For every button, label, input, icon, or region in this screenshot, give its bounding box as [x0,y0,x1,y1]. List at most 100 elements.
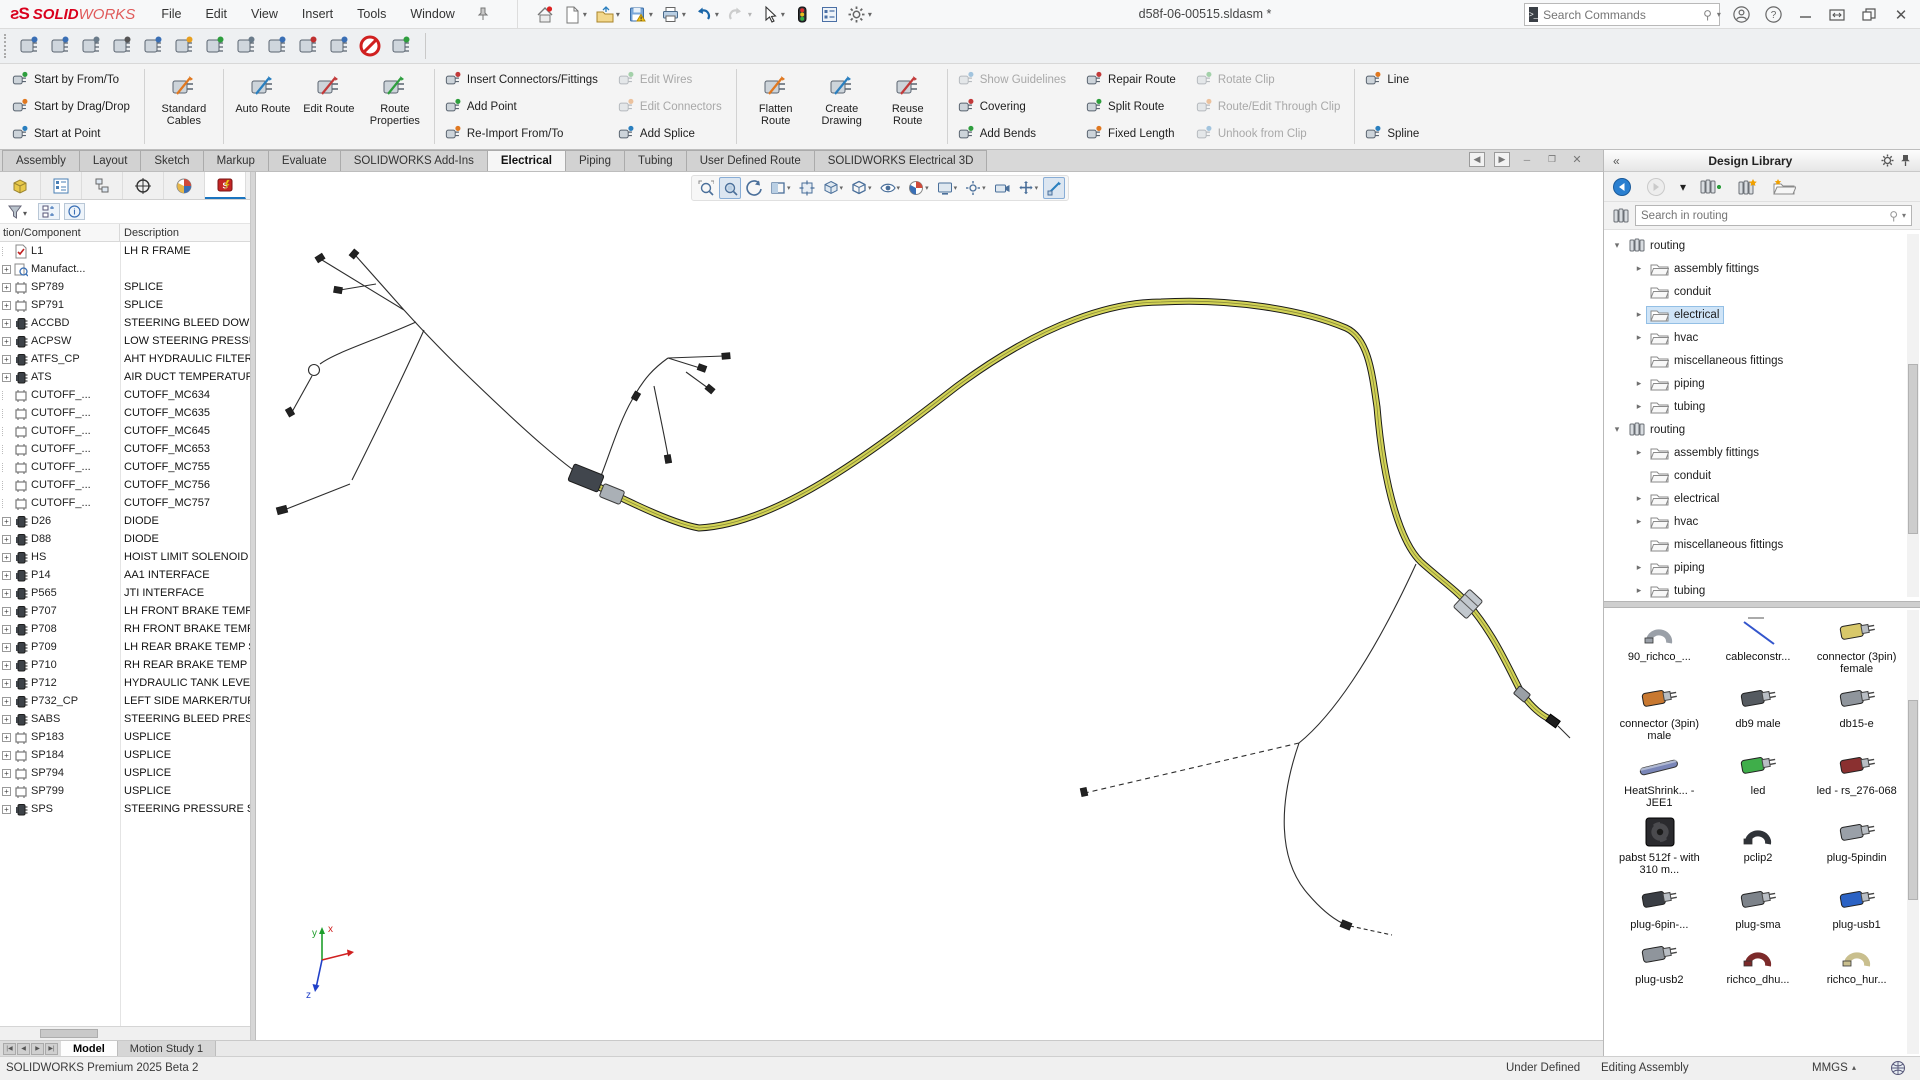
component-row-p709[interactable]: +P709LH REAR BRAKE TEMP SENS [0,638,250,656]
expand-icon[interactable]: + [2,769,11,778]
tab-dimxpertmanager[interactable] [123,172,164,199]
expand-icon[interactable]: + [2,661,11,670]
harness-icon[interactable] [294,32,322,60]
previous-pane-icon[interactable]: ◀ [1469,152,1485,167]
connector-icon[interactable] [232,32,260,60]
library-item-richco-hur[interactable]: richco_hur... [1807,937,1906,986]
library-item-heatshrink-jee1[interactable]: HeatShrink... - JEE1 [1610,748,1709,809]
expand-icon[interactable]: + [2,337,11,346]
component-row-ats[interactable]: +ATSAIR DUCT TEMPERATURE SEN [0,368,250,386]
library-search-icon[interactable]: ⚲ [1889,209,1898,223]
tree-item-electrical-3[interactable]: ▸electrical [1604,303,1920,326]
save-icon[interactable]: ▾ [625,3,656,26]
component-row-acpsw[interactable]: +ACPSWLOW STEERING PRESSURE SW [0,332,250,350]
items-scroll-thumb[interactable] [1908,700,1918,900]
doc-tab-motion-study-1[interactable]: Motion Study 1 [118,1041,216,1056]
expand-icon[interactable]: + [2,517,11,526]
expand-icon[interactable]: + [2,319,11,328]
options-icon[interactable]: ▾ [844,3,875,26]
component-row-sp183[interactable]: +SP183USPLICE [0,728,250,746]
last-tab-icon[interactable]: ▶| [45,1043,58,1055]
tree-item-piping-14[interactable]: ▸piping [1604,556,1920,579]
home-icon[interactable] [532,3,557,26]
pin-menus-icon[interactable] [477,7,489,21]
back-icon[interactable] [1612,177,1632,197]
line-button[interactable]: Line [1363,67,1425,92]
tree-chevron-icon[interactable]: ▸ [1632,516,1646,527]
tree-chevron-icon[interactable]: ▸ [1632,562,1646,573]
first-tab-icon[interactable]: |◀ [3,1043,16,1055]
tree-chevron-icon[interactable]: ▾ [1610,240,1624,251]
component-row-cutoff[interactable]: CUTOFF_...CUTOFF_MC645 [0,422,250,440]
component-row-d88[interactable]: +D88DIODE [0,530,250,548]
doc-minimize-icon[interactable]: ─ [1519,152,1535,167]
batch-route-icon[interactable] [15,32,43,60]
component-row-p710[interactable]: +P710RH REAR BRAKE TEMP SENS [0,656,250,674]
expand-icon[interactable]: + [2,535,11,544]
covering-button[interactable]: Covering [956,94,1072,119]
tab-layout[interactable]: Layout [79,150,142,171]
tree-item-assembly-fittings-1[interactable]: ▸assembly fittings [1604,257,1920,280]
tree-item-piping-6[interactable]: ▸piping [1604,372,1920,395]
library-item-connector-3pin-female[interactable]: connector (3pin) female [1807,614,1906,675]
library-item-pclip2[interactable]: pclip2 [1709,815,1808,876]
forward-icon[interactable] [1646,177,1666,197]
tab-displaymanager[interactable] [164,172,205,199]
splice-route-icon[interactable] [263,32,291,60]
print-icon[interactable]: ▾ [658,3,689,26]
create-drawing-button[interactable]: Create Drawing [811,67,873,146]
start-by-from-to-button[interactable]: Start by From/To [10,67,136,92]
standard-cables-button[interactable]: Standard Cables [153,67,215,146]
tree-item-electrical-11[interactable]: ▸electrical [1604,487,1920,510]
component-row-sabs[interactable]: +SABSSTEERING BLEED PRESSURE [0,710,250,728]
expand-icon[interactable]: + [2,787,11,796]
expand-icon[interactable]: + [2,733,11,742]
next-pane-icon[interactable]: ▶ [1494,152,1510,167]
restore-button[interactable] [1858,5,1880,25]
expand-icon[interactable]: + [2,553,11,562]
minimize-button[interactable] [1794,5,1816,25]
tab-featuremanager[interactable] [0,172,41,199]
reuse-route-button[interactable]: Reuse Route [877,67,939,146]
next-tab-icon[interactable]: ▶ [31,1043,44,1055]
no-access-icon[interactable] [356,32,384,60]
tree-chevron-icon[interactable]: ▸ [1632,263,1646,274]
camera-icon[interactable] [991,177,1013,199]
tab-electrical-manager[interactable]: S [205,172,246,199]
previous-view-icon[interactable] [743,177,765,199]
column-description[interactable]: Description [120,224,250,241]
harness-board-icon[interactable] [387,32,415,60]
help-icon[interactable]: ? [1762,5,1784,25]
component-row-sps[interactable]: +SPSSTEERING PRESSURE SENSO [0,800,250,818]
bend-icon[interactable] [139,32,167,60]
library-item-plug-6pin[interactable]: plug-6pin-... [1610,882,1709,931]
menu-edit[interactable]: Edit [193,0,239,28]
graphics-viewport[interactable]: ▾▾▾▾▾▾▾▾ x y z [256,172,1603,1040]
view-settings-icon[interactable]: ▾ [962,177,989,199]
component-row-p712[interactable]: +P712HYDRAULIC TANK LEVEL SEN [0,674,250,692]
fixed-length-button[interactable]: Fixed Length [1084,121,1182,146]
tree-chevron-icon[interactable]: ▸ [1632,401,1646,412]
pan-icon[interactable]: ▾ [1015,177,1042,199]
library-item-cableconstr[interactable]: cableconstr... [1709,614,1808,675]
wire-list-icon[interactable] [325,32,353,60]
expand-icon[interactable]: + [2,715,11,724]
tree-item-miscellaneous-fittings-5[interactable]: miscellaneous fittings [1604,349,1920,372]
expand-icon[interactable]: + [2,373,11,382]
info-icon[interactable]: i [64,203,85,220]
component-row-p565[interactable]: +P565JTI INTERFACE [0,584,250,602]
component-row-cutoff[interactable]: CUTOFF_...CUTOFF_MC756 [0,476,250,494]
tree-item-conduit-10[interactable]: conduit [1604,464,1920,487]
add-point-button[interactable]: Add Point [443,94,604,119]
library-item-plug-sma[interactable]: plug-sma [1709,882,1808,931]
library-item-db9-male[interactable]: db9 male [1709,681,1808,742]
tree-chevron-icon[interactable]: ▸ [1632,332,1646,343]
library-item-db15-e[interactable]: db15-e [1807,681,1906,742]
tree-item-miscellaneous-fittings-13[interactable]: miscellaneous fittings [1604,533,1920,556]
tree-item-routing-8[interactable]: ▾routing [1604,418,1920,441]
expand-icon[interactable]: + [2,679,11,688]
component-row-hs[interactable]: +HSHOIST LIMIT SOLENOID [0,548,250,566]
tree-item-routing-0[interactable]: ▾routing [1604,234,1920,257]
tab-tubing[interactable]: Tubing [624,150,687,171]
column-component[interactable]: tion/Component [0,224,120,241]
